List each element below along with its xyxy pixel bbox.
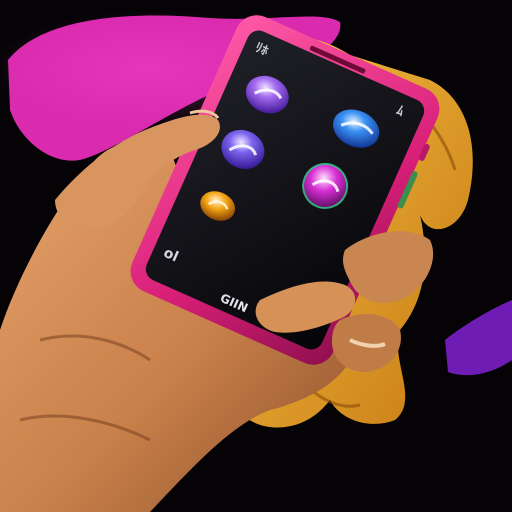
illustration-scene: ﾘﾎ ﾑ ol GIIN N (0, 0, 512, 512)
illustration-canvas: ﾘﾎ ﾑ ol GIIN N (0, 0, 512, 512)
